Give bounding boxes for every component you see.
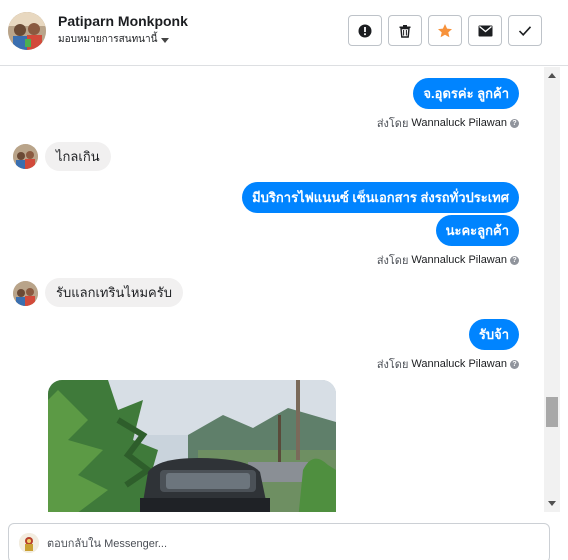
sent-by-prefix: ส่งโดย xyxy=(376,359,409,371)
scroll-up-arrow-icon[interactable] xyxy=(548,73,556,78)
outgoing-message: จ.อุดรค่ะ ลูกค้า xyxy=(413,78,519,109)
alert-icon xyxy=(358,24,372,37)
info-icon[interactable]: ? xyxy=(510,255,519,265)
sender-name: Wannaluck Pilawan xyxy=(411,254,507,266)
sent-by-line: ส่งโดย Wannaluck Pilawan ? xyxy=(377,355,519,373)
sent-by-prefix: ส่งโดย xyxy=(376,118,409,130)
message-photo[interactable] xyxy=(48,380,336,512)
reply-input[interactable] xyxy=(47,534,527,554)
message-thread[interactable]: จ.อุดรค่ะ ลูกค้า ส่งโดย Wannaluck Pilawa… xyxy=(0,67,544,512)
sender-name: Wannaluck Pilawan xyxy=(411,117,507,129)
star-button[interactable] xyxy=(428,15,462,46)
sent-by-line: ส่งโดย Wannaluck Pilawan ? xyxy=(377,251,519,269)
sent-by-line: ส่งโดย Wannaluck Pilawan ? xyxy=(377,114,519,132)
contact-avatar-small xyxy=(13,144,38,169)
header-actions xyxy=(348,15,542,46)
chevron-down-icon xyxy=(161,37,170,43)
incoming-message: รับแลกเทรินไหมครับ xyxy=(45,278,183,307)
contact-avatar-small xyxy=(13,281,38,306)
mark-unread-button[interactable] xyxy=(468,15,502,46)
trash-icon xyxy=(399,24,411,38)
scroll-thumb[interactable] xyxy=(546,397,558,427)
check-icon xyxy=(518,25,532,36)
sender-name: Wannaluck Pilawan xyxy=(411,358,507,370)
spam-button[interactable] xyxy=(348,15,382,46)
reply-composer xyxy=(8,523,550,560)
sent-by-prefix: ส่งโดย xyxy=(376,255,409,267)
assign-conversation-dropdown[interactable]: มอบหมายการสนทนานี้ xyxy=(58,32,170,47)
envelope-icon xyxy=(478,25,492,36)
thread-scrollbar[interactable] xyxy=(544,67,560,512)
contact-name[interactable]: Patiparn Monkponk xyxy=(58,13,188,29)
outgoing-message: รับจ้า xyxy=(468,319,519,350)
incoming-message: ไกลเกิน xyxy=(45,142,111,171)
page-avatar xyxy=(19,533,39,553)
scroll-down-arrow-icon[interactable] xyxy=(548,501,556,506)
info-icon[interactable]: ? xyxy=(510,118,519,128)
conversation-header: Patiparn Monkponk มอบหมายการสนทนานี้ xyxy=(0,0,568,66)
contact-avatar[interactable] xyxy=(8,12,46,50)
outgoing-message: มีบริการไฟแนนซ์ เซ็นเอกสาร ส่งรถทั่วประเ… xyxy=(242,182,519,213)
mark-done-button[interactable] xyxy=(508,15,542,46)
info-icon[interactable]: ? xyxy=(510,359,519,369)
star-icon xyxy=(438,23,452,37)
delete-button[interactable] xyxy=(388,15,422,46)
assign-label: มอบหมายการสนทนานี้ xyxy=(58,34,158,45)
outgoing-message: นะคะลูกค้า xyxy=(435,215,519,246)
